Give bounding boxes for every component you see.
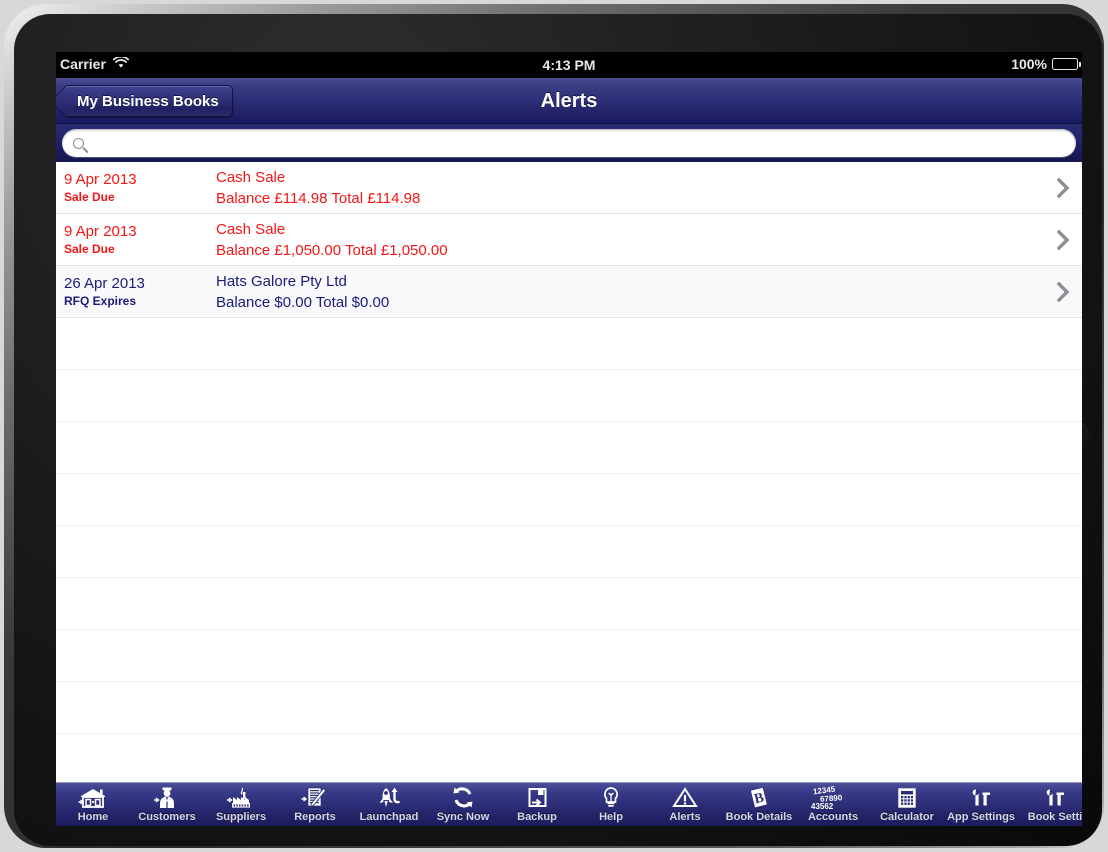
row-main: Cash Sale Balance £114.98 Total £114.98	[211, 167, 1044, 209]
floppy-disk-icon	[500, 785, 574, 811]
device-bezel: Carrier 4:13 PM 100% My Business Books A…	[14, 14, 1102, 846]
toolbar-label: App Settings	[947, 811, 1015, 823]
chevron-right-icon[interactable]	[1044, 281, 1082, 302]
toolbar-label: Customers	[138, 811, 196, 823]
row-subtitle: Balance £1,050.00 Total £1,050.00	[216, 241, 448, 259]
toolbar-item-alerts[interactable]: Alerts	[648, 783, 722, 826]
sync-refresh-icon	[426, 785, 500, 811]
list-item	[56, 682, 1082, 734]
toolbar-item-calculator[interactable]: Calculator	[870, 783, 944, 826]
table-row[interactable]: 9 Apr 2013 Sale Due Cash Sale Balance £1…	[56, 214, 1082, 266]
nav-bar: My Business Books Alerts	[56, 78, 1082, 124]
screen: Carrier 4:13 PM 100% My Business Books A…	[56, 52, 1082, 826]
book-b-icon: B	[722, 785, 796, 811]
battery-full-icon	[1052, 58, 1082, 70]
row-subtitle: Balance £114.98 Total £114.98	[216, 189, 421, 207]
toolbar-item-book-settings[interactable]: Book Setti	[1018, 783, 1082, 826]
toolbar-item-launchpad[interactable]: Launchpad	[352, 783, 426, 826]
toolbar-label: Alerts	[669, 811, 701, 823]
toolbar-label: Accounts	[807, 811, 859, 823]
list-item	[56, 578, 1082, 630]
chevron-right-icon[interactable]	[1044, 229, 1082, 250]
toolbar-label: Book Setti	[1027, 811, 1082, 823]
toolbar-label: Calculator	[880, 811, 934, 823]
alerts-list[interactable]: 9 Apr 2013 Sale Due Cash Sale Balance £1…	[56, 162, 1082, 782]
row-date: 9 Apr 2013	[64, 223, 137, 240]
report-pencil-icon	[278, 785, 352, 811]
back-button-label: My Business Books	[77, 92, 219, 110]
row-kind: RFQ Expires	[64, 294, 137, 308]
search-bar	[56, 124, 1082, 162]
battery-percent-label: 100%	[1011, 56, 1047, 72]
row-kind: Sale Due	[64, 190, 115, 204]
row-date: 26 Apr 2013	[64, 275, 145, 292]
toolbar-item-accounts[interactable]: 12345 67890 43562 Accounts	[796, 783, 870, 826]
list-item	[56, 422, 1082, 474]
row-title: Cash Sale	[216, 220, 286, 238]
row-date: 9 Apr 2013	[64, 171, 137, 188]
row-left: 9 Apr 2013 Sale Due	[56, 222, 211, 257]
status-bar-right: 100%	[1011, 56, 1082, 72]
toolbar-item-app-settings[interactable]: App Settings	[944, 783, 1018, 826]
list-item	[56, 630, 1082, 682]
row-kind: Sale Due	[64, 242, 115, 256]
toolbar-label: Book Details	[725, 811, 793, 823]
toolbar-label: Launchpad	[359, 811, 419, 823]
search-input[interactable]	[91, 131, 1076, 155]
toolbar-item-help[interactable]: Help	[574, 783, 648, 826]
tools-icon	[944, 785, 1018, 811]
toolbar-label: Sync Now	[436, 811, 490, 823]
calculator-icon	[870, 785, 944, 811]
table-row[interactable]: 9 Apr 2013 Sale Due Cash Sale Balance £1…	[56, 162, 1082, 214]
search-field[interactable]	[62, 129, 1076, 157]
row-subtitle: Balance $0.00 Total $0.00	[216, 293, 390, 311]
toolbar-item-customers[interactable]: Customers	[130, 783, 204, 826]
list-item	[56, 318, 1082, 370]
numbers-icon: 12345 67890 43562	[796, 785, 870, 811]
row-left: 9 Apr 2013 Sale Due	[56, 170, 211, 205]
toolbar-item-book-details[interactable]: B Book Details	[722, 783, 796, 826]
table-row[interactable]: 26 Apr 2013 RFQ Expires Hats Galore Pty …	[56, 266, 1082, 318]
toolbar-item-sync-now[interactable]: Sync Now	[426, 783, 500, 826]
row-title: Cash Sale	[216, 168, 286, 186]
list-item	[56, 370, 1082, 422]
list-item	[56, 526, 1082, 578]
device-frame: Carrier 4:13 PM 100% My Business Books A…	[4, 4, 1104, 848]
search-icon	[73, 137, 84, 149]
toolbar-item-reports[interactable]: Reports	[278, 783, 352, 826]
status-time: 4:13 PM	[542, 57, 596, 73]
toolbar-item-home[interactable]: Home	[56, 783, 130, 826]
accounts-number-3: 43562	[811, 802, 834, 811]
rocket-icon	[352, 785, 426, 811]
lightbulb-icon	[574, 785, 648, 811]
toolbar-label: Help	[599, 811, 623, 823]
list-item	[56, 474, 1082, 526]
list-item	[56, 734, 1082, 782]
row-title: Hats Galore Pty Ltd	[216, 272, 347, 290]
chevron-right-icon[interactable]	[1044, 177, 1082, 198]
house-icon	[56, 785, 130, 811]
row-main: Hats Galore Pty Ltd Balance $0.00 Total …	[211, 271, 1044, 313]
row-left: 26 Apr 2013 RFQ Expires	[56, 274, 211, 309]
factory-icon	[204, 785, 278, 811]
toolbar-item-backup[interactable]: Backup	[500, 783, 574, 826]
warning-triangle-icon	[648, 785, 722, 811]
tools-icon	[1018, 785, 1082, 811]
toolbar-label: Home	[77, 811, 109, 823]
bottom-toolbar: Home Customers Suppliers Reports Launchp…	[56, 782, 1082, 826]
toolbar-label: Reports	[294, 811, 336, 823]
toolbar-label: Suppliers	[215, 811, 267, 823]
row-main: Cash Sale Balance £1,050.00 Total £1,050…	[211, 219, 1044, 261]
toolbar-item-suppliers[interactable]: Suppliers	[204, 783, 278, 826]
person-customer-icon	[130, 785, 204, 811]
toolbar-label: Backup	[517, 811, 557, 823]
status-bar: Carrier 4:13 PM 100%	[56, 52, 1082, 78]
